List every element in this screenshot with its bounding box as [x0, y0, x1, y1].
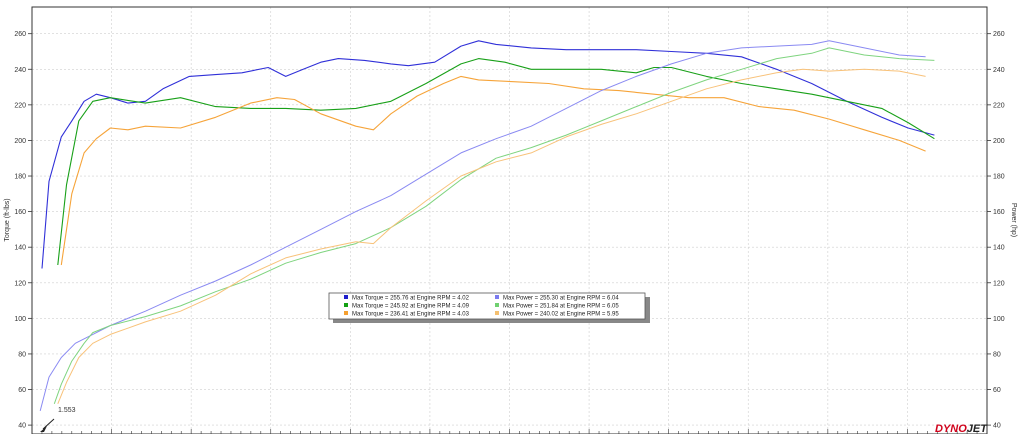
rpm-start-label: 1.553: [58, 407, 76, 414]
y-tick-label-left: 200: [14, 138, 26, 145]
y-tick-label-right: 240: [993, 67, 1005, 74]
y-tick-label-left: 220: [14, 102, 26, 109]
y-tick-label-left: 260: [14, 31, 26, 38]
dynojet-logo-part1: DYNO: [935, 423, 967, 434]
y-tick-label-left: 180: [14, 174, 26, 181]
dyno-chart: 40 40 60 60 80 80 100 100 120 120 140 140 160 160 180 1…: [0, 0, 1024, 434]
legend-entry: Max Power = 251.84 at Engine RPM = 6.05: [503, 304, 619, 310]
legend-entry: Max Torque = 245.92 at Engine RPM = 4.09: [352, 304, 470, 310]
legend-entry: Max Torque = 255.76 at Engine RPM = 4.02: [352, 296, 470, 302]
y-tick-label-right: 120: [993, 280, 1005, 287]
y-tick-label-left: 100: [14, 316, 26, 323]
dynojet-logo-text: DYNOJET: [935, 423, 988, 434]
legend-swatch: [495, 311, 499, 315]
legend-swatch: [344, 303, 348, 307]
y-tick-label-right: 180: [993, 174, 1005, 181]
y-tick-label-right: 260: [993, 31, 1005, 38]
y-axis-title-right: Power (hp): [1010, 203, 1017, 237]
y-tick-label-right: 100: [993, 316, 1005, 323]
legend-entry: Max Power = 255.30 at Engine RPM = 6.04: [503, 296, 619, 302]
y-tick-label-right: 160: [993, 209, 1005, 216]
legend-entry: Max Torque = 236.41 at Engine RPM = 4.03: [352, 312, 470, 318]
y-tick-label-left: 60: [18, 387, 26, 394]
legend-swatch: [344, 295, 348, 299]
y-axis-title-left: Torque (ft-lbs): [4, 198, 11, 241]
y-tick-label-left: 80: [18, 351, 26, 358]
dynojet-logo: DYNOJET: [935, 423, 988, 434]
y-tick-label-left: 120: [14, 280, 26, 287]
legend-swatch: [495, 295, 499, 299]
y-tick-label-right: 60: [993, 387, 1001, 394]
y-tick-label-right: 220: [993, 102, 1005, 109]
legend-box: Max Torque = 255.76 at Engine RPM = 4.02…: [328, 292, 650, 323]
legend-swatch: [495, 303, 499, 307]
dynojet-logo-part2: JET: [967, 423, 988, 434]
y-tick-label-right: 40: [993, 423, 1001, 430]
y-tick-label-right: 140: [993, 245, 1005, 252]
legend-entry: Max Power = 240.02 at Engine RPM = 5.95: [503, 312, 619, 318]
chart-background: [0, 0, 1024, 434]
y-tick-label-left: 160: [14, 209, 26, 216]
y-tick-label-left: 40: [18, 423, 26, 430]
y-tick-label-right: 80: [993, 351, 1001, 358]
y-tick-label-left: 140: [14, 245, 26, 252]
legend-swatch: [344, 311, 348, 315]
y-tick-label-right: 200: [993, 138, 1005, 145]
y-tick-label-left: 240: [14, 67, 26, 74]
